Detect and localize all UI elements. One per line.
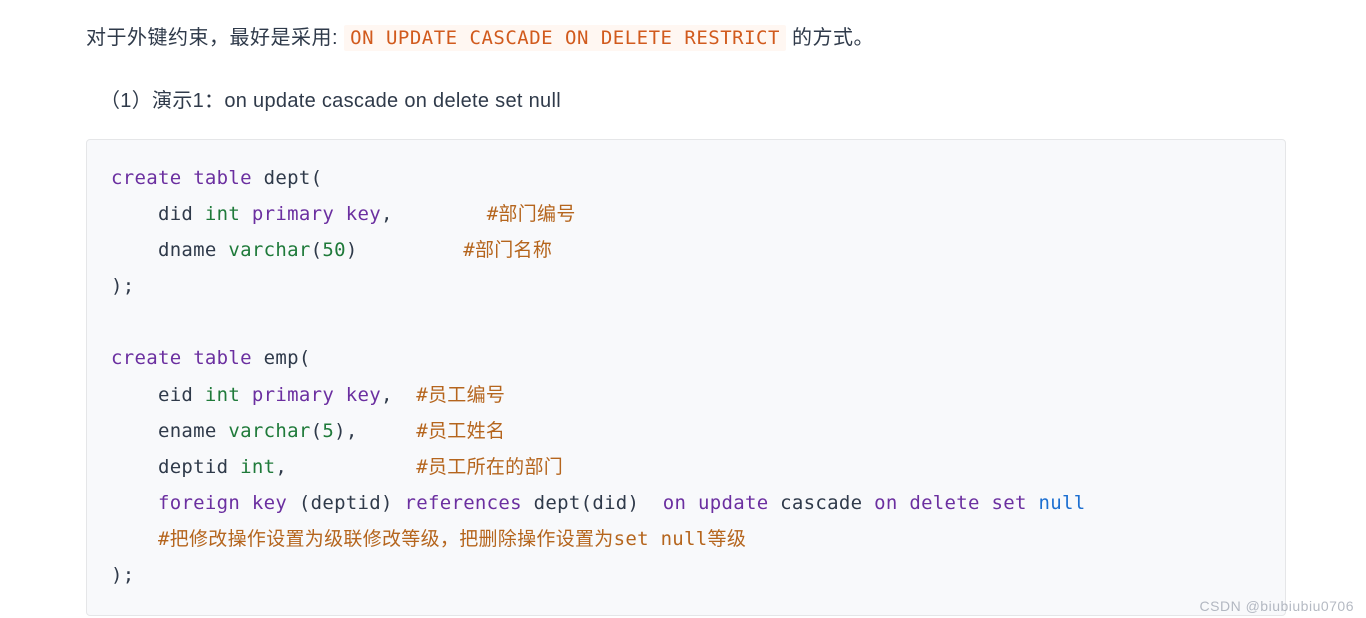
code-text (111, 528, 158, 550)
code-text: ); (111, 564, 134, 586)
kw-set: set (992, 492, 1027, 514)
kw-update: update (698, 492, 768, 514)
inline-code: ON UPDATE CASCADE ON DELETE RESTRICT (344, 25, 786, 51)
demo-title: （1）演示1：on update cascade on delete set n… (86, 84, 1286, 113)
article-content: 对于外键约束，最好是采用: ON UPDATE CASCADE ON DELET… (0, 0, 1366, 616)
code-text: , (381, 384, 416, 406)
intro-text-pre: 对于外键约束，最好是采用: (86, 27, 344, 49)
comment: #员工姓名 (416, 420, 505, 442)
code-text: dept(did) (522, 492, 663, 514)
comment: #员工所在的部门 (416, 456, 563, 478)
code-text: dname (111, 239, 228, 261)
intro-paragraph: 对于外键约束，最好是采用: ON UPDATE CASCADE ON DELET… (86, 22, 1286, 54)
comment: #部门名称 (463, 239, 552, 261)
code-text (898, 492, 910, 514)
code-text (240, 384, 252, 406)
code-text: eid (111, 384, 205, 406)
kw-create: create (111, 347, 181, 369)
code-text: ); (111, 275, 134, 297)
kw-on: on (874, 492, 897, 514)
comment: #把修改操作设置为级联修改等级，把删除操作设置为set null等级 (158, 528, 746, 550)
kw-on: on (663, 492, 686, 514)
kw-primary-key: primary key (252, 203, 381, 225)
code-text: emp( (252, 347, 311, 369)
kw-foreign-key: foreign key (158, 492, 287, 514)
code-text (111, 492, 158, 514)
intro-text-post: 的方式。 (786, 27, 874, 49)
lit-null: null (1038, 492, 1085, 514)
code-text: dept( (252, 167, 322, 189)
comment: #部门编号 (487, 203, 576, 225)
code-text: ( (311, 420, 323, 442)
code-text: ) (346, 239, 463, 261)
code-text: ), (334, 420, 416, 442)
code-text: (deptid) (287, 492, 404, 514)
type-int: int (240, 456, 275, 478)
code-text (686, 492, 698, 514)
code-text (980, 492, 992, 514)
type-varchar: varchar (228, 239, 310, 261)
kw-delete: delete (909, 492, 979, 514)
code-text: ename (111, 420, 228, 442)
code-text (240, 203, 252, 225)
code-text (1027, 492, 1039, 514)
num: 50 (322, 239, 345, 261)
code-text: , (381, 203, 487, 225)
kw-references: references (405, 492, 522, 514)
comment: #员工编号 (416, 384, 505, 406)
code-text: cascade (768, 492, 874, 514)
kw-primary-key: primary key (252, 384, 381, 406)
code-block: create table dept( did int primary key, … (86, 139, 1286, 616)
code-text: , (275, 456, 416, 478)
watermark: CSDN @biubiubiu0706 (1200, 598, 1354, 614)
kw-create: create (111, 167, 181, 189)
num: 5 (322, 420, 334, 442)
type-varchar: varchar (228, 420, 310, 442)
kw-table: table (193, 167, 252, 189)
kw-table: table (193, 347, 252, 369)
code-text: deptid (111, 456, 240, 478)
type-int: int (205, 384, 240, 406)
code-text: did (111, 203, 205, 225)
type-int: int (205, 203, 240, 225)
code-text: ( (311, 239, 323, 261)
